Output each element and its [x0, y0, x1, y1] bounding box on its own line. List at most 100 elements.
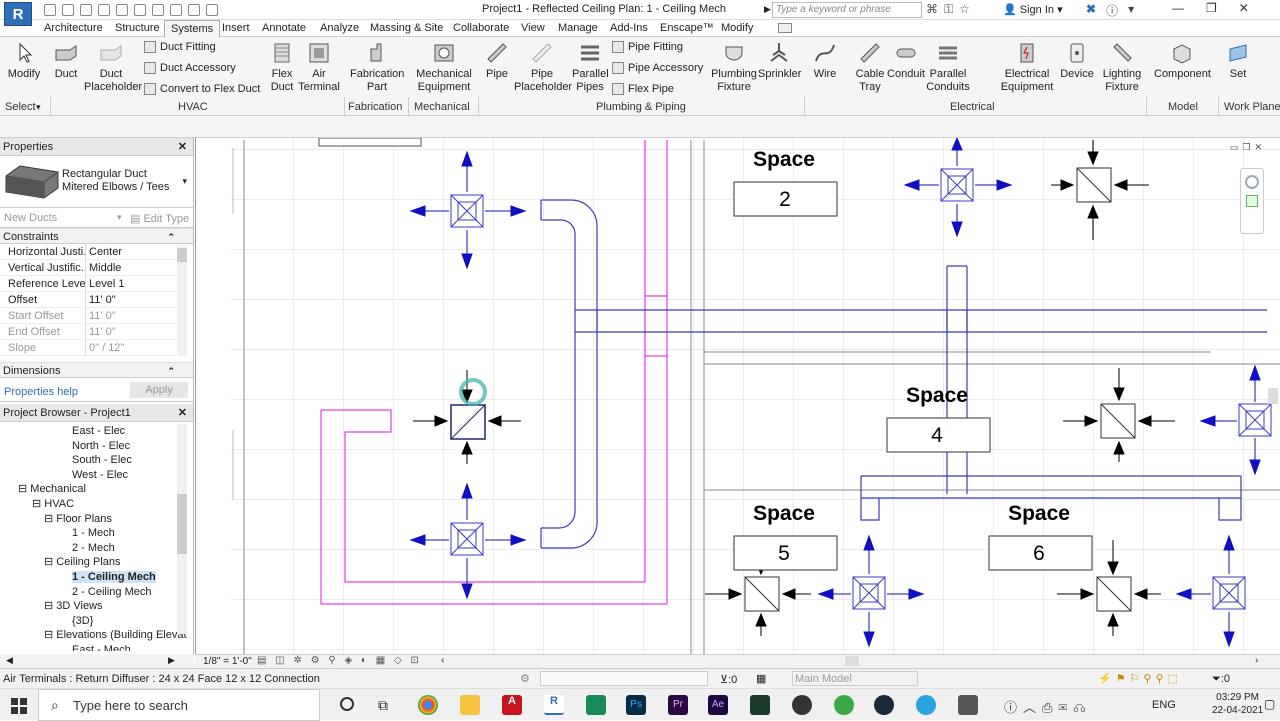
zoom-icon[interactable]	[1246, 195, 1258, 207]
main-model-selector[interactable]: Main Model	[792, 671, 918, 686]
help-icon[interactable]: ⓘ	[1106, 2, 1118, 19]
tree-item[interactable]: 1 - Mech	[0, 526, 193, 541]
wire-button[interactable]: Wire	[808, 41, 842, 81]
tab-enscape[interactable]: Enscape™	[660, 22, 714, 34]
close-browser-icon[interactable]: ✕	[178, 404, 187, 422]
tree-item[interactable]: West - Elec	[0, 468, 193, 483]
type-dropdown-icon[interactable]: ▾	[182, 176, 187, 187]
flex-duct-button[interactable]: Flex Duct	[268, 41, 296, 94]
notifications-icon[interactable]: ▢	[1264, 697, 1275, 711]
prop-value[interactable]: 11' 0"	[86, 292, 116, 307]
save-icon[interactable]	[62, 4, 74, 16]
search-input[interactable]: Type a keyword or phrase	[772, 2, 922, 18]
ribbon-toggle-icon[interactable]	[778, 23, 792, 33]
view-minimize-icon[interactable]: ▭	[1230, 142, 1239, 153]
parallel-conduits-button[interactable]: Parallel Conduits	[926, 41, 970, 94]
modify-button[interactable]: Modify	[6, 41, 42, 81]
fabrication-part-button[interactable]: Fabrication Part	[350, 41, 404, 94]
prop-value[interactable]: 11' 0"	[86, 308, 116, 323]
davinci-app-icon[interactable]	[792, 695, 812, 715]
convert-flex-duct-button[interactable]: Convert to Flex Duct	[144, 83, 260, 95]
close-properties-icon[interactable]: ✕	[178, 138, 187, 156]
green-app-icon[interactable]	[586, 695, 606, 715]
tag-icon[interactable]	[152, 4, 164, 16]
tab-structure[interactable]: Structure	[115, 22, 160, 34]
collapse-icon[interactable]: ⊟	[44, 556, 56, 568]
language-indicator[interactable]: ENG	[1152, 699, 1176, 711]
prop-value[interactable]: Center	[86, 244, 122, 259]
pipe-button[interactable]: Pipe	[484, 41, 510, 81]
view-scale[interactable]: 1/8" = 1'-0"	[203, 656, 252, 667]
tab-analyze[interactable]: Analyze	[320, 22, 359, 34]
prop-value[interactable]: Level 1	[86, 276, 124, 291]
tab-manage[interactable]: Manage	[558, 22, 598, 34]
chrome-app-icon[interactable]	[418, 695, 438, 715]
print-icon[interactable]	[116, 4, 128, 16]
clock[interactable]: 03:29 PM 22-04-2021	[1212, 691, 1263, 717]
tree-item[interactable]: East - Elec	[0, 424, 193, 439]
design-options-icon[interactable]: ▦	[756, 672, 766, 685]
constraints-group[interactable]: Constraints ⌃	[0, 228, 193, 244]
close-icon[interactable]: ✕	[1239, 1, 1249, 15]
prop-value[interactable]: Middle	[86, 260, 121, 275]
collapse-icon[interactable]: ⊟	[44, 629, 56, 641]
cortana-icon[interactable]	[340, 697, 354, 711]
electrical-equipment-button[interactable]: Electrical Equipment	[1000, 41, 1054, 94]
canvas-hscroll-thumb[interactable]	[845, 656, 859, 666]
system-tray-icons[interactable]: ⓘ︿⎙✉☊	[1004, 697, 1092, 716]
prop-value[interactable]: 0" / 12"	[86, 340, 124, 355]
duct-button[interactable]: Duct	[50, 41, 82, 81]
scroll-left-icon[interactable]: ‹	[441, 655, 444, 666]
pipe-placeholder-button[interactable]: Pipe Placeholder	[514, 41, 572, 94]
selection-filter-icons[interactable]: ⚡⚑⚐⚲⚲⬚	[1098, 672, 1182, 685]
collapse-icon[interactable]: ⌃	[167, 363, 175, 379]
section-icon[interactable]	[206, 4, 218, 16]
search-expand-icon[interactable]: ▶	[764, 4, 771, 15]
3d-view-icon[interactable]	[188, 4, 200, 16]
tree-item-hvac[interactable]: ⊟ HVAC	[0, 497, 193, 512]
ceiling-plan-drawing[interactable]: Space 2 Space 4 Space 5 Space 6	[196, 138, 1280, 654]
autodesk-app-icon[interactable]: ✖	[1086, 2, 1096, 19]
lighting-fixture-button[interactable]: Lighting Fixture	[1100, 41, 1144, 94]
tab-insert[interactable]: Insert	[222, 22, 250, 34]
restore-icon[interactable]: ❐	[1206, 1, 1217, 15]
properties-help-link[interactable]: Properties help	[4, 386, 78, 398]
filter-icon[interactable]: ⊻	[720, 674, 728, 686]
type-selector[interactable]: Rectangular Duct Mitered Elbows / Tees ▾	[0, 156, 193, 208]
duct-fitting-button[interactable]: Duct Fitting	[144, 41, 216, 53]
telegram-app-icon[interactable]	[916, 695, 936, 715]
dimensions-group[interactable]: Dimensions ⌃	[0, 362, 193, 378]
pipe-accessory-button[interactable]: Pipe Accessory	[612, 62, 703, 74]
funnel-icon[interactable]: ⏷	[1212, 673, 1221, 685]
collapse-icon[interactable]: ⊟	[18, 483, 30, 495]
conduit-button[interactable]: Conduit	[886, 41, 926, 81]
parallel-pipes-button[interactable]: Parallel Pipes	[572, 41, 609, 94]
tree-item[interactable]: South - Elec	[0, 453, 193, 468]
minimize-icon[interactable]: —	[1172, 1, 1184, 15]
set-button[interactable]: Set	[1224, 41, 1252, 81]
undo-icon[interactable]	[80, 4, 92, 16]
autocad-app-icon[interactable]: A	[502, 695, 522, 715]
duct-placeholder-button[interactable]: Duct Placeholder	[84, 41, 142, 94]
sprinkler-button[interactable]: Sprinkler	[758, 41, 801, 81]
edit-type-button[interactable]: ▤ Edit Type	[130, 212, 189, 225]
browser-hscrollbar[interactable]: ◀ ▶	[0, 654, 194, 668]
tree-item[interactable]: {3D}	[0, 614, 193, 629]
tree-item[interactable]: North - Elec	[0, 439, 193, 454]
tree-item-ceiling-plans[interactable]: ⊟ Ceiling Plans	[0, 555, 193, 570]
globe-app-icon[interactable]	[834, 695, 854, 715]
scroll-right-icon[interactable]: ›	[1255, 655, 1258, 666]
pipe-fitting-button[interactable]: Pipe Fitting	[612, 41, 683, 53]
properties-scrollbar[interactable]	[177, 246, 187, 356]
tree-item-3d-views[interactable]: ⊟ 3D Views	[0, 599, 193, 614]
file-explorer-icon[interactable]	[460, 695, 480, 715]
plumbing-fixture-button[interactable]: Plumbing Fixture	[710, 41, 758, 94]
collapse-icon[interactable]: ⌃	[167, 229, 175, 245]
tree-item[interactable]: East - Mech	[0, 643, 193, 651]
binoculars-icon[interactable]: ⌘	[926, 2, 938, 17]
view-restore-icon[interactable]: ❐	[1242, 142, 1250, 153]
revit-app-logo[interactable]: R	[4, 2, 32, 26]
tree-item[interactable]: 2 - Mech	[0, 541, 193, 556]
canvas-vscroll-thumb[interactable]	[1268, 388, 1278, 404]
help-dropdown-icon[interactable]: ▾	[1128, 2, 1134, 19]
